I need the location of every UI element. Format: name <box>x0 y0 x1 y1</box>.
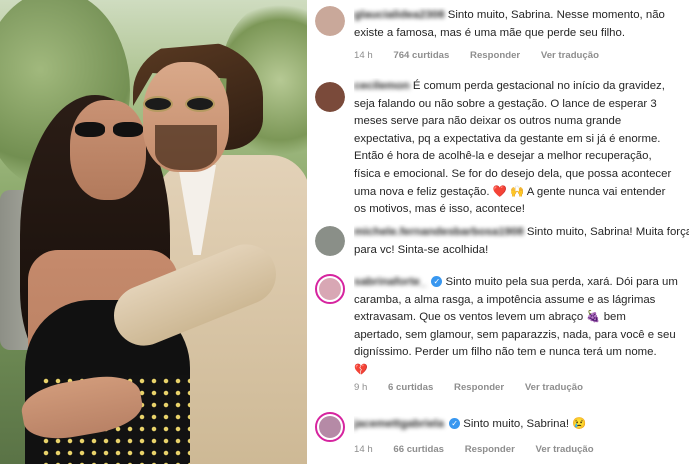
comment-username[interactable]: michele.fernandesbarbosa1908 <box>354 224 524 242</box>
comment-line: Sinto muito, Sabrina. Nesse momento, não <box>447 9 665 21</box>
comment-line: Sinto muito pela sua perda, xará. Dói pa… <box>445 276 678 288</box>
comment-line: uma nova e feliz gestação. ❤️ 🙌 A gente … <box>354 185 666 198</box>
comment-line: digníssimo. Perder um filho não tem e nu… <box>354 346 657 359</box>
comment-text: cecilemon É comum perda gestacional no i… <box>354 78 689 219</box>
comment-meta: 14 h 66 curtidas Responder Ver tradução <box>354 444 612 455</box>
comment-line: expectativa, pq a expectativa da gestant… <box>354 132 661 145</box>
comment-time: 14 h <box>354 50 373 61</box>
comment-text: glaucialidea2308 Sinto muito, Sabrina. N… <box>354 7 689 42</box>
translate-button[interactable]: Ver tradução <box>541 50 599 61</box>
comment-text: michele.fernandesbarbosa1908 Sinto muito… <box>354 224 689 259</box>
comment-line: Sinto muito, Sabrina! 😢 <box>463 418 587 430</box>
avatar[interactable] <box>315 6 345 36</box>
comment-line: 💔 <box>354 363 368 376</box>
comment-line: para vc! Sinta-se acolhida! <box>354 243 489 256</box>
comment-meta: 14 h 764 curtidas Responder Ver tradução <box>354 50 617 61</box>
comment-username[interactable]: cecilemon <box>354 78 410 96</box>
comments-panel: glaucialidea2308 Sinto muito, Sabrina. N… <box>307 0 693 464</box>
reply-button[interactable]: Responder <box>465 444 515 455</box>
avatar[interactable] <box>315 82 345 112</box>
likes-count[interactable]: 66 curtidas <box>393 444 444 455</box>
translate-button[interactable]: Ver tradução <box>525 382 583 393</box>
reply-button[interactable]: Responder <box>470 50 520 61</box>
comment-line: seja falando ou não sobre a gestação. O … <box>354 97 657 110</box>
comment-line: apertado, sem glamour, sem paparazzis, n… <box>354 328 676 341</box>
comment-time: 9 h <box>354 382 368 393</box>
comment-line: meses serve para não deixar os outros nu… <box>354 115 622 128</box>
likes-count[interactable]: 764 curtidas <box>393 50 449 61</box>
avatar[interactable] <box>315 226 345 256</box>
verified-badge-icon: ✓ <box>449 418 461 429</box>
reply-button[interactable]: Responder <box>454 382 504 393</box>
comment-line: Sinto muito, Sabrina! Muita força <box>526 226 689 238</box>
comment-time: 14 h <box>354 444 373 455</box>
comment-line: física e emocional. Se for do desejo del… <box>354 167 672 180</box>
comment-username[interactable]: jacemettgabriela <box>354 416 444 434</box>
comment-text: sabrinaforte_ ✓ Sinto muito pela sua per… <box>354 274 689 380</box>
verified-badge-icon: ✓ <box>431 276 443 287</box>
couple-photo <box>0 0 307 464</box>
comment-text: jacemettgabriela ✓ Sinto muito, Sabrina!… <box>354 416 689 434</box>
comment-line: É comum perda gestacional no início da g… <box>412 80 665 92</box>
comment-line: caramba, a alma rasga, a impotência assu… <box>354 293 656 306</box>
comment-line: Então é hora de acolhê-la e desejar a me… <box>354 150 652 163</box>
comment-line: existe a famosa, mas é uma mãe que perde… <box>354 26 625 39</box>
comment-username[interactable]: glaucialidea2308 <box>354 7 445 25</box>
translate-button[interactable]: Ver tradução <box>536 444 594 455</box>
comment-line: extravasam. Que os ventos levem um abraç… <box>354 311 626 324</box>
comment-line: os motivos, mas é isso, acontece! <box>354 203 525 216</box>
avatar[interactable] <box>315 274 345 304</box>
avatar[interactable] <box>315 412 345 442</box>
comment-username[interactable]: sabrinaforte_ <box>354 274 426 292</box>
comment-meta: 9 h 6 curtidas Responder Ver tradução <box>354 382 601 393</box>
likes-count[interactable]: 6 curtidas <box>388 382 433 393</box>
